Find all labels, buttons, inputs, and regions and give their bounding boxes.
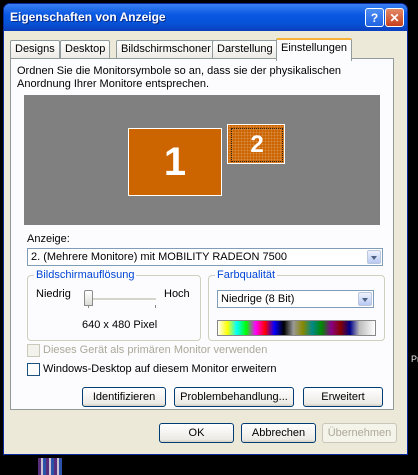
- extend-desktop-label: Windows-Desktop auf diesem Monitor erwei…: [43, 363, 277, 375]
- identify-button[interactable]: Identifizieren: [82, 387, 166, 407]
- tab-appearance[interactable]: Darstellung: [212, 40, 278, 58]
- apply-button[interactable]: Übernehmen: [322, 423, 397, 443]
- color-quality-group: Farbqualität Niedrige (8 Bit): [208, 269, 385, 341]
- chevron-down-icon[interactable]: [358, 292, 372, 306]
- resolution-group: Bildschirmauflösung Niedrig Hoch 640 x 4…: [27, 269, 201, 341]
- desktop-partial-label: Pr: [411, 354, 418, 364]
- chevron-down-icon[interactable]: [367, 250, 381, 264]
- window-title: Eigenschaften von Anzeige: [10, 10, 166, 24]
- display-dropdown[interactable]: 2. (Mehrere Monitore) mit MOBILITY RADEO…: [27, 248, 383, 266]
- tab-screensaver[interactable]: Bildschirmschoner: [116, 40, 216, 58]
- resolution-group-title: Bildschirmauflösung: [34, 269, 137, 281]
- tab-desktop[interactable]: Desktop: [60, 40, 111, 58]
- resolution-slider-thumb[interactable]: [84, 290, 93, 306]
- monitor-arrangement-area: 1 2: [24, 95, 380, 225]
- monitor-2[interactable]: 2: [227, 124, 285, 164]
- advanced-button[interactable]: Erweitert: [303, 387, 383, 407]
- color-quality-group-title: Farbqualität: [215, 269, 278, 281]
- monitor-1[interactable]: 1: [128, 128, 222, 196]
- tab-settings[interactable]: Einstellungen: [276, 38, 353, 61]
- archive-icon[interactable]: [38, 458, 62, 475]
- instructions-text: Ordnen Sie die Monitorsymbole so an, das…: [17, 65, 342, 90]
- display-dropdown-value: 2. (Mehrere Monitore) mit MOBILITY RADEO…: [31, 251, 287, 263]
- display-properties-dialog: Eigenschaften von Anzeige ? ✕ Designs De…: [3, 3, 408, 455]
- troubleshoot-button[interactable]: Problembehandlung...: [174, 387, 294, 407]
- slider-tick: [88, 305, 89, 308]
- title-bar[interactable]: Eigenschaften von Anzeige ? ✕: [4, 4, 407, 31]
- primary-monitor-checkbox[interactable]: [27, 344, 40, 357]
- resolution-high-label: Hoch: [164, 288, 190, 300]
- color-spectrum-preview: [217, 320, 376, 336]
- primary-monitor-label: Dieses Gerät als primären Monitor verwen…: [43, 344, 268, 356]
- slider-tick: [155, 305, 156, 308]
- color-quality-value: Niedrige (8 Bit): [221, 293, 295, 305]
- extend-desktop-checkbox[interactable]: [27, 363, 40, 376]
- resolution-slider-track[interactable]: [90, 298, 156, 301]
- help-button[interactable]: ?: [365, 8, 384, 27]
- close-button[interactable]: ✕: [385, 8, 404, 27]
- ok-button[interactable]: OK: [159, 423, 234, 443]
- tab-designs[interactable]: Designs: [10, 40, 60, 58]
- cancel-button[interactable]: Abbrechen: [241, 423, 316, 443]
- settings-panel: Ordnen Sie die Monitorsymbole so an, das…: [10, 58, 394, 410]
- color-quality-dropdown[interactable]: Niedrige (8 Bit): [217, 290, 374, 308]
- resolution-low-label: Niedrig: [36, 288, 71, 300]
- display-label: Anzeige:: [27, 233, 70, 245]
- monitor-2-label: 2: [231, 128, 283, 162]
- resolution-value: 640 x 480 Pixel: [82, 319, 158, 331]
